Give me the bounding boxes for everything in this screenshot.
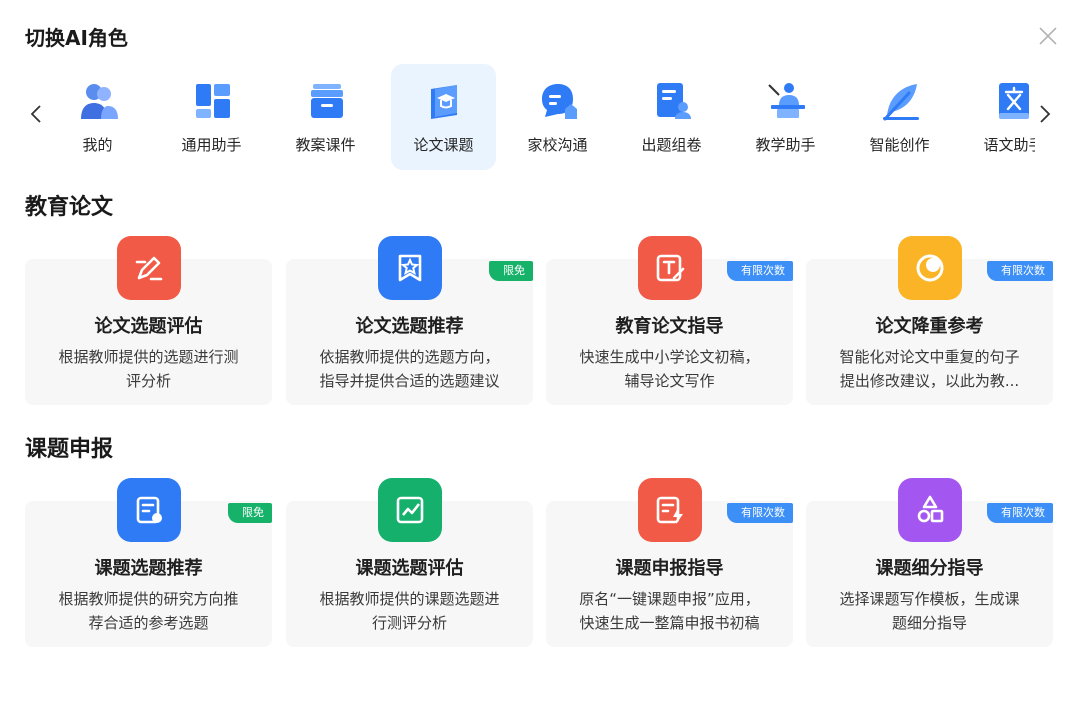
card-thesis-topic-recommend[interactable]: 限免 论文选题推荐 依据教师提供的选题方向， 指导并提供合适的选题建议 bbox=[286, 236, 533, 405]
document-badge-icon bbox=[136, 496, 162, 524]
role-tab-creation[interactable]: 智能创作 bbox=[847, 64, 952, 170]
role-label: 智能创作 bbox=[869, 136, 930, 154]
card-description: 选择课题写作模板，生成课 题细分指导 bbox=[839, 590, 1020, 632]
card-thesis-topic-evaluation[interactable]: 论文选题评估 根据教师提供的选题进行测 评分析 bbox=[25, 236, 272, 405]
limited-uses-badge: 有限次数 bbox=[727, 503, 793, 523]
limited-free-badge: 限免 bbox=[489, 261, 533, 281]
star-bookmark-icon bbox=[398, 254, 422, 282]
card-title: 论文降重参考 bbox=[875, 316, 984, 337]
role-label: 教学助手 bbox=[755, 136, 816, 154]
card-description: 依据教师提供的选题方向， 指导并提供合适的选题建议 bbox=[319, 348, 500, 390]
role-tab-teaching[interactable]: 教学助手 bbox=[733, 64, 838, 170]
card-icon-bg bbox=[898, 236, 962, 300]
document-flash-icon bbox=[656, 496, 683, 524]
role-label: 我的 bbox=[82, 136, 113, 154]
section-title-project-application: 课题申报 bbox=[25, 437, 114, 462]
card-description: 根据教师提供的研究方向推 荐合适的参考选题 bbox=[58, 590, 239, 632]
pen-edit-icon bbox=[135, 256, 163, 281]
card-icon-bg bbox=[378, 478, 442, 542]
card-description: 根据教师提供的课题选题进 行测评分析 bbox=[319, 590, 500, 632]
archive-box-icon bbox=[311, 84, 343, 118]
limited-uses-badge: 有限次数 bbox=[987, 261, 1053, 281]
card-icon-bg bbox=[378, 236, 442, 300]
chart-edit-icon bbox=[396, 496, 424, 524]
dialog-title: 切换AI角色 bbox=[25, 26, 128, 50]
card-description: 原名“一键课题申报”应用， 快速生成一整篇申报书初稿 bbox=[579, 590, 760, 632]
card-icon-bg bbox=[638, 478, 702, 542]
role-label: 通用助手 bbox=[181, 136, 242, 154]
limited-uses-badge: 有限次数 bbox=[987, 503, 1053, 523]
role-tab-chinese[interactable]: 语文助手 bbox=[961, 64, 1035, 170]
role-label: 论文课题 bbox=[413, 136, 474, 154]
close-icon[interactable] bbox=[1034, 22, 1062, 50]
role-label: 语文助手 bbox=[983, 136, 1035, 154]
card-education-thesis-guide[interactable]: 有限次数 教育论文指导 快速生成中小学论文初稿， 辅导论文写作 bbox=[546, 236, 793, 405]
role-label: 家校沟通 bbox=[527, 136, 588, 154]
card-title: 论文选题推荐 bbox=[355, 316, 464, 337]
overlap-circles-icon bbox=[916, 254, 944, 282]
role-label: 教案课件 bbox=[295, 136, 356, 154]
card-project-subdivision-guide[interactable]: 有限次数 课题细分指导 选择课题写作模板，生成课 题细分指导 bbox=[806, 478, 1053, 647]
role-tab-mine[interactable]: 我的 bbox=[45, 64, 150, 170]
feather-pen-icon bbox=[883, 84, 919, 121]
limited-uses-badge: 有限次数 bbox=[727, 261, 793, 281]
card-title: 课题申报指导 bbox=[615, 558, 724, 579]
card-title: 论文选题评估 bbox=[94, 316, 203, 337]
card-title: 教育论文指导 bbox=[615, 316, 724, 337]
exam-paper-icon bbox=[657, 83, 691, 119]
card-icon-bg bbox=[117, 236, 181, 300]
card-description: 根据教师提供的选题进行测 评分析 bbox=[58, 348, 239, 390]
card-title: 课题选题评估 bbox=[355, 558, 464, 579]
role-tab-general[interactable]: 通用助手 bbox=[159, 64, 264, 170]
chevron-left-icon[interactable] bbox=[28, 100, 44, 128]
section-title-education-thesis: 教育论文 bbox=[25, 195, 114, 220]
chinese-book-icon bbox=[999, 83, 1029, 119]
card-title: 课题选题推荐 bbox=[94, 558, 203, 579]
role-tab-home-school[interactable]: 家校沟通 bbox=[505, 64, 610, 170]
card-project-topic-recommend[interactable]: 限免 课题选题推荐 根据教师提供的研究方向推 荐合适的参考选题 bbox=[25, 478, 272, 647]
role-tab-lesson[interactable]: 教案课件 bbox=[273, 64, 378, 170]
card-description: 智能化对论文中重复的句子 提出修改建议，以此为教... bbox=[839, 348, 1020, 390]
card-description: 快速生成中小学论文初稿， 辅导论文写作 bbox=[579, 348, 760, 390]
card-icon-bg bbox=[898, 478, 962, 542]
school-chat-icon bbox=[542, 84, 577, 119]
card-project-topic-evaluation[interactable]: 课题选题评估 根据教师提供的课题选题进 行测评分析 bbox=[286, 478, 533, 647]
users-icon bbox=[81, 84, 118, 119]
card-icon-bg bbox=[638, 236, 702, 300]
role-carousel: 我的 通用助手 教案课件 论文课题 家校沟通 出题组卷 教学助手 智能创作 语文… bbox=[45, 64, 1035, 170]
role-tab-thesis[interactable]: 论文课题 bbox=[391, 64, 496, 170]
text-edit-icon bbox=[656, 254, 685, 282]
shapes-icon bbox=[917, 495, 944, 523]
limited-free-badge: 限免 bbox=[228, 503, 272, 523]
card-icon-bg bbox=[117, 478, 181, 542]
graduation-book-icon bbox=[431, 85, 457, 119]
card-project-application-guide[interactable]: 有限次数 课题申报指导 原名“一键课题申报”应用， 快速生成一整篇申报书初稿 bbox=[546, 478, 793, 647]
teacher-board-icon bbox=[768, 83, 805, 118]
role-label: 出题组卷 bbox=[641, 136, 702, 154]
grid-icon bbox=[196, 84, 230, 118]
card-title: 课题细分指导 bbox=[875, 558, 984, 579]
chevron-right-icon[interactable] bbox=[1037, 100, 1053, 128]
role-tab-exam[interactable]: 出题组卷 bbox=[619, 64, 724, 170]
card-thesis-dedup-reference[interactable]: 有限次数 论文降重参考 智能化对论文中重复的句子 提出修改建议，以此为教... bbox=[806, 236, 1053, 405]
